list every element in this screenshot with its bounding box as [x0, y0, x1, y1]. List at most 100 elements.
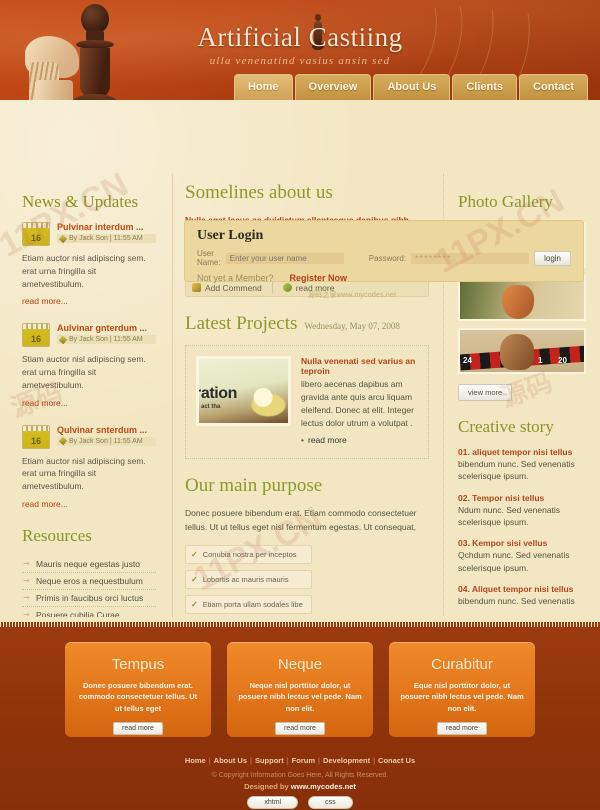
- login-button[interactable]: login: [534, 250, 571, 266]
- story-body: Qchdum nunc. Sed venenatis scelerisque i…: [458, 550, 570, 573]
- divider: |: [250, 756, 252, 765]
- story-body: Ndum nunc. Sed venenatis scelerisque ips…: [458, 504, 561, 527]
- footer-box-body: Neque nisl porttitor dolor, ut posuere n…: [238, 681, 362, 713]
- news-meta: By Jack Son | 11:55 AM: [57, 234, 156, 243]
- news-body: Etiam auctor nisl adipiscing sem. erat u…: [22, 253, 146, 289]
- story-item: 02. Tempor nisi tellus Ndum nunc. Sed ve…: [458, 493, 586, 529]
- username-label: User Name:: [197, 249, 221, 267]
- divider: [271, 282, 273, 294]
- xhtml-badge-button[interactable]: xhtml: [247, 796, 299, 809]
- divider: |: [208, 756, 211, 765]
- projects-date: Wednesday, May 07, 2008: [304, 321, 400, 332]
- register-now-link[interactable]: Register Now: [290, 273, 348, 283]
- projects-heading: Latest Projects: [185, 313, 298, 335]
- news-read-more-link[interactable]: read more...: [22, 296, 68, 306]
- main-navigation[interactable]: Home Overview About Us Clients Contact: [233, 74, 588, 100]
- nav-item-home[interactable]: Home: [233, 74, 293, 100]
- member-question: Not yet a Member?: [197, 273, 274, 283]
- add-comment-link[interactable]: Add Commend: [192, 283, 262, 293]
- story-item: 01. aliquet tempor nisi tellus bibendum …: [458, 447, 586, 483]
- footer-box-read-more-button[interactable]: read more: [113, 721, 163, 735]
- purpose-heading: Our main purpose: [185, 475, 323, 497]
- pencil-icon: [58, 335, 68, 344]
- pencil-icon: [58, 234, 68, 243]
- project-text: Nulla venenati sed varius an teproin lib…: [301, 356, 418, 448]
- user-login-box: User Login User Name: Password: login No…: [184, 220, 584, 283]
- calendar-icon: 16: [22, 222, 50, 246]
- footer-box-title: Curabitur: [431, 656, 493, 673]
- nav-item-about-us[interactable]: About Us: [373, 74, 451, 100]
- news-read-more-link[interactable]: read more...: [22, 398, 68, 408]
- news-heading: News & Updates: [22, 192, 139, 211]
- check-icon: ✓: [191, 549, 198, 559]
- designed-prefix: Designed by: [244, 782, 291, 791]
- resource-item[interactable]: Primis in faucibus orci luctus: [22, 590, 156, 607]
- story-heading: Creative story: [458, 417, 554, 436]
- footer-link-about-us[interactable]: About Us: [214, 756, 247, 765]
- username-input[interactable]: [225, 252, 344, 264]
- resource-item[interactable]: Neque eros a nequestbulum: [22, 573, 156, 590]
- news-meta: By Jack Son | 11:55 AM: [57, 335, 156, 345]
- site-tagline: ulla venenatind vasius ansin sed: [209, 55, 391, 67]
- login-title: User Login: [197, 228, 264, 243]
- news-item: 16 Aulvinar gnterdum ... By Jack Son | 1…: [22, 323, 156, 410]
- site-title: Artificial Castiing: [197, 22, 403, 52]
- footer-link-forum[interactable]: Forum: [292, 756, 315, 765]
- footer-boxes: Tempus Donec posuere bibendum erat. comm…: [0, 617, 600, 737]
- nav-item-clients[interactable]: Clients: [452, 74, 518, 100]
- left-sidebar: News & Updates 16 Pulvinar interdum ... …: [0, 174, 172, 617]
- brand: Artificial Castiing ulla venenatind vasi…: [0, 22, 600, 67]
- check-icon: ✓: [191, 574, 198, 584]
- purpose-intro: Donec posuere bibendum erat. Etiam commo…: [185, 508, 417, 532]
- gallery-view-more-button[interactable]: view more: [458, 384, 513, 401]
- news-item: 16 Qulvinar snterdum ... By Jack Son | 1…: [22, 424, 156, 512]
- purpose-check-item[interactable]: ✓ Etiam porta ullam sodales libe: [185, 594, 312, 614]
- site-footer: Tempus Donec posuere bibendum erat. comm…: [0, 617, 600, 810]
- footer-link-development[interactable]: Development: [323, 756, 370, 765]
- story-title: 03. Kempor sisi vellus: [458, 538, 548, 549]
- resources-list: Mauris neque egestas justo Neque eros a …: [22, 556, 156, 617]
- site-header: Artificial Castiing ulla venenatind vasi…: [0, 0, 600, 100]
- footer-box-read-more-button[interactable]: read more: [275, 721, 325, 735]
- project-read-more-link[interactable]: read more: [301, 435, 347, 445]
- footer-link-contact-us[interactable]: Conact Us: [378, 756, 415, 765]
- purpose-check-item[interactable]: ✓ Lobortis ac mauris mauris: [185, 569, 312, 589]
- news-title-link[interactable]: Pulvinar interdum ...: [57, 222, 156, 232]
- resources-heading: Resources: [22, 525, 92, 545]
- footer-box-curabitur: Curabitur Eque nisl porttitor dolor, ut …: [389, 642, 535, 737]
- resource-item[interactable]: Mauris neque egestas justo: [22, 556, 156, 573]
- footer-box-tempus: Tempus Donec posuere bibendum erat. comm…: [65, 642, 211, 737]
- nav-item-contact[interactable]: Contact: [519, 74, 588, 100]
- footer-designed-by: Designed by www.mycodes.net: [0, 782, 600, 791]
- css-badge-button[interactable]: css: [308, 796, 353, 809]
- comment-icon: [192, 283, 201, 293]
- project-thumbnail[interactable]: ration act tha: [196, 356, 291, 427]
- footer-link-support[interactable]: Support: [255, 756, 284, 765]
- story-title: 02. Tempor nisi tellus: [458, 492, 545, 503]
- news-meta: By Jack Son | 11:55 AM: [57, 436, 156, 446]
- login-fields-row: User Name: Password: login: [197, 249, 571, 267]
- gallery-image-roulette-wheel[interactable]: 24 1 20: [458, 328, 586, 374]
- nav-item-overview[interactable]: Overview: [294, 74, 372, 100]
- footer-copyright: © Copyright Information Goes Here, All R…: [211, 772, 389, 779]
- login-register-row: Not yet a Member? Register Now: [197, 273, 571, 283]
- project-image-subtext: act tha: [201, 404, 221, 411]
- purpose-check-item[interactable]: ✓ Conubia nostra per inceptos: [185, 544, 312, 564]
- news-read-more-link[interactable]: read more...: [22, 499, 68, 509]
- designer-link[interactable]: www.mycodes.net: [291, 782, 356, 791]
- about-heading: Somelines about us: [185, 182, 333, 203]
- divider: |: [286, 756, 289, 765]
- password-input[interactable]: [411, 252, 530, 264]
- footer-box-neque: Neque Neque nisl porttitor dolor, ut pos…: [227, 642, 373, 737]
- news-title-link[interactable]: Aulvinar gnterdum ...: [57, 323, 156, 333]
- footer-box-body: Eque nisl porttitor dolor, ut posuere ni…: [400, 681, 524, 713]
- footer-link-home[interactable]: Home: [185, 756, 206, 765]
- news-body: Stiam auctor nisl adipiscing sem. erat u…: [22, 354, 146, 390]
- footer-box-read-more-button[interactable]: read more: [437, 721, 487, 735]
- news-title-link[interactable]: Qulvinar snterdum ...: [57, 425, 156, 435]
- resource-item[interactable]: Posuere cubilia Curae: [22, 607, 156, 617]
- gallery-heading: Photo Gallery: [458, 192, 553, 211]
- footer-box-title: Tempus: [111, 656, 165, 673]
- purpose-check-grid: ✓ Conubia nostra per inceptos ✓ Lobortis…: [185, 544, 429, 617]
- arrow-icon: [282, 283, 292, 293]
